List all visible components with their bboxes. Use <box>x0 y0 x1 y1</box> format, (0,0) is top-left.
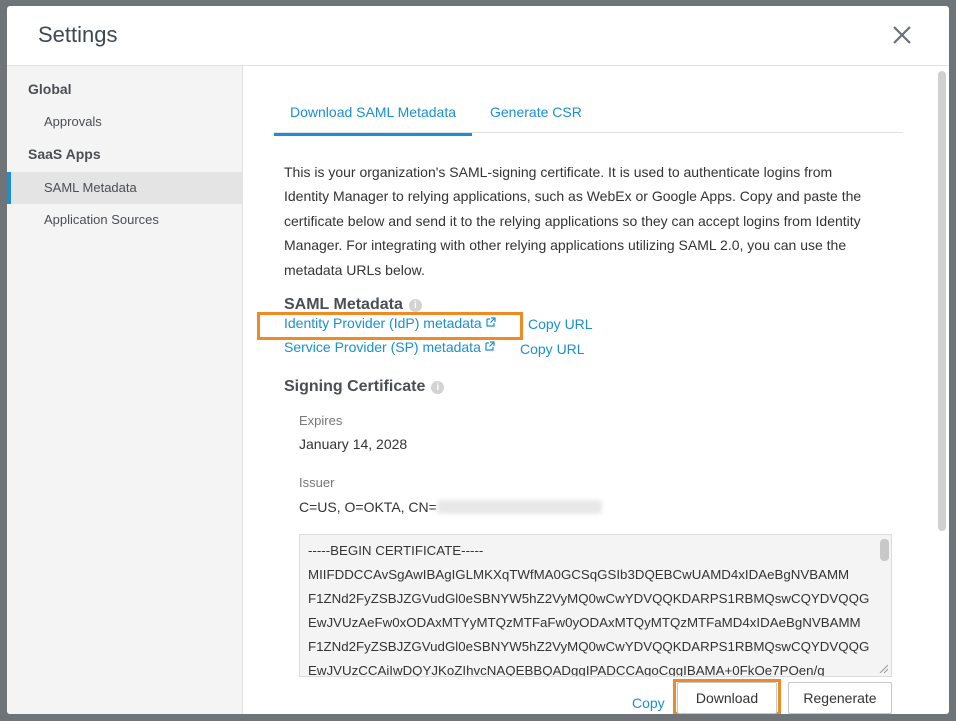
sidebar-group-global: Global <box>28 81 72 97</box>
sidebar-group-saas-apps: SaaS Apps <box>28 146 101 162</box>
settings-dialog: Settings Global Approvals SaaS Apps SAML… <box>7 6 949 714</box>
signing-certificate-title: Signing Certificate <box>284 378 426 395</box>
tab-download-saml-metadata[interactable]: Download SAML Metadata <box>273 104 473 136</box>
close-icon <box>893 26 911 44</box>
certificate-line: F1ZNd2FyZSBJZGVudGl0eSBNYW5hZ2VyMQ0wCwYD… <box>308 639 870 654</box>
sidebar-item-label: SAML Metadata <box>44 180 137 195</box>
copy-url-idp-link[interactable]: Copy URL <box>528 316 593 332</box>
saml-metadata-title: SAML Metadata <box>284 296 403 313</box>
certificate-line: EwJVUzAeFw0xODAxMTYyMTQzMTFaFw0yODAxMTQy… <box>308 615 861 630</box>
tab-generate-csr[interactable]: Generate CSR <box>490 104 582 120</box>
certificate-scrollbar[interactable] <box>880 539 889 561</box>
close-button[interactable] <box>889 22 915 48</box>
info-icon[interactable]: i <box>408 299 422 312</box>
issuer-value: C=US, O=OKTA, CN= <box>299 499 437 515</box>
dialog-title: Settings <box>38 22 118 47</box>
download-button[interactable]: Download <box>677 682 777 714</box>
certificate-textarea[interactable]: -----BEGIN CERTIFICATE----- MIIFDDCCAvSg… <box>299 534 892 677</box>
issuer-value-row: C=US, O=OKTA, CN= <box>299 499 602 515</box>
certificate-line: EwJVUzCCAiIwDQYJKoZIhvcNAQEBBQADggIPADCC… <box>308 663 825 677</box>
sp-metadata-link[interactable]: Service Provider (SP) metadata <box>284 339 495 355</box>
tab-bar: Download SAML Metadata Generate CSR <box>273 96 903 136</box>
sp-metadata-label: Service Provider (SP) metadata <box>284 339 481 355</box>
sidebar-item-saml-metadata[interactable]: SAML Metadata <box>7 172 243 204</box>
expires-label: Expires <box>299 413 343 428</box>
expires-value: January 14, 2028 <box>299 436 408 452</box>
main-scrollbar[interactable] <box>938 71 946 531</box>
sidebar-item-label: Approvals <box>44 114 102 129</box>
info-icon[interactable]: i <box>431 381 445 394</box>
certificate-line: -----BEGIN CERTIFICATE----- <box>308 543 484 558</box>
resize-handle-icon[interactable] <box>879 664 888 673</box>
sidebar-item-application-sources[interactable]: Application Sources <box>7 204 243 236</box>
sidebar-item-approvals[interactable]: Approvals <box>7 106 243 138</box>
redacted-text <box>436 500 602 514</box>
sidebar: Global Approvals SaaS Apps SAML Metadata… <box>7 66 243 714</box>
copy-button[interactable]: Copy <box>632 695 665 711</box>
external-link-icon <box>486 317 496 327</box>
issuer-label: Issuer <box>299 475 335 490</box>
certificate-line: F1ZNd2FyZSBJZGVudGl0eSBNYW5hZ2VyMQ0wCwYD… <box>308 591 870 606</box>
signing-certificate-heading: Signing Certificate i <box>284 378 445 396</box>
regenerate-button[interactable]: Regenerate <box>788 682 892 714</box>
dialog-header: Settings <box>7 6 949 66</box>
idp-metadata-label: Identity Provider (IdP) metadata <box>284 315 482 331</box>
main-content: Download SAML Metadata Generate CSR This… <box>243 66 949 714</box>
copy-url-sp-link[interactable]: Copy URL <box>520 341 585 357</box>
external-link-icon <box>485 341 495 351</box>
description-text: This is your organization's SAML-signing… <box>284 164 862 278</box>
certificate-line: MIIFDDCCAvSgAwIBAgIGLMKXqTWfMA0GCSqGSIb3… <box>308 567 850 582</box>
idp-metadata-link[interactable]: Identity Provider (IdP) metadata <box>284 315 496 331</box>
sidebar-item-label: Application Sources <box>44 212 159 227</box>
